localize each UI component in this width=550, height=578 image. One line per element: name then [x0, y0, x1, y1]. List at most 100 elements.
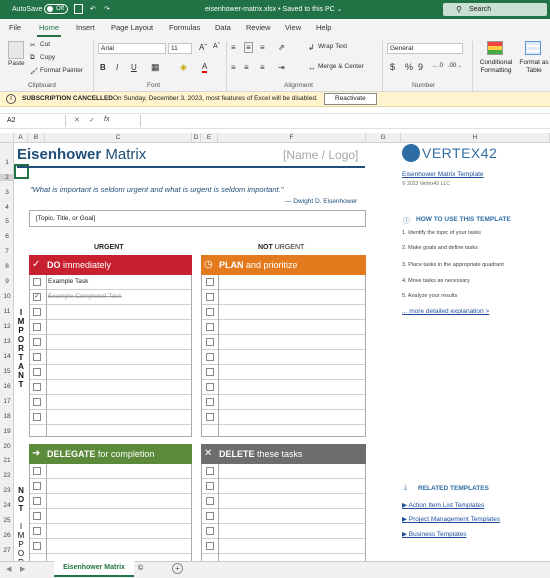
search-box[interactable]: ⚲ Search: [443, 3, 547, 16]
task-checkbox[interactable]: [33, 353, 41, 361]
task-checkbox[interactable]: [33, 323, 41, 331]
wrap-text-icon[interactable]: ↲: [308, 43, 315, 52]
row-header[interactable]: 23: [0, 487, 14, 494]
borders-icon[interactable]: ▦: [151, 62, 160, 73]
align-right-icon[interactable]: ≡: [260, 63, 265, 72]
topic-field[interactable]: [Topic, Title, or Goal]: [29, 210, 366, 227]
task-checkbox[interactable]: [206, 368, 214, 376]
column-header-c[interactable]: C: [45, 133, 192, 143]
row-header[interactable]: 3: [0, 189, 14, 196]
task-checkbox[interactable]: [206, 512, 214, 520]
delegate-task-grid[interactable]: [29, 464, 192, 561]
font-name-select[interactable]: Arial: [98, 43, 166, 54]
column-header-h[interactable]: H: [401, 133, 550, 143]
merge-center-button[interactable]: Merge & Center: [318, 63, 364, 70]
row-header[interactable]: 27: [0, 547, 14, 554]
column-header-e[interactable]: E: [201, 133, 218, 143]
decrease-font-icon[interactable]: Aˇ: [213, 43, 220, 50]
row-header[interactable]: 22: [0, 472, 14, 479]
row-header[interactable]: 8: [0, 263, 14, 270]
task-checkbox[interactable]: [33, 512, 41, 520]
redo-icon[interactable]: ↷: [104, 0, 110, 19]
column-header-g[interactable]: G: [366, 133, 401, 143]
number-format-select[interactable]: General: [387, 43, 463, 54]
tab-help[interactable]: Help: [316, 23, 331, 32]
select-all-corner[interactable]: [0, 133, 14, 143]
currency-button[interactable]: $: [390, 62, 395, 72]
cancel-icon[interactable]: ✕: [74, 116, 80, 124]
task-checkbox[interactable]: [33, 398, 41, 406]
fill-color-icon[interactable]: ◈: [180, 62, 187, 73]
task-checkbox[interactable]: [33, 308, 41, 316]
copy-button[interactable]: Copy: [40, 54, 55, 61]
tab-formulas[interactable]: Formulas: [169, 23, 200, 32]
row-header[interactable]: 18: [0, 413, 14, 420]
tab-home[interactable]: Home: [39, 23, 59, 32]
task-text-completed[interactable]: Example Completed Task: [48, 293, 122, 300]
cut-icon[interactable]: ✂: [30, 41, 35, 49]
template-link[interactable]: Eisenhower Matrix Template: [402, 171, 484, 178]
orientation-icon[interactable]: ⇗: [278, 43, 285, 52]
font-size-select[interactable]: 11: [168, 43, 192, 54]
italic-button[interactable]: I: [116, 63, 118, 72]
column-header-a[interactable]: A: [14, 133, 28, 143]
name-logo-placeholder[interactable]: [Name / Logo]: [283, 148, 358, 162]
more-explanation-link[interactable]: ... more detailed explanation >: [402, 308, 489, 315]
document-title[interactable]: eisenhower-matrix.xlsx • Saved to this P…: [205, 0, 342, 19]
task-checkbox[interactable]: [33, 482, 41, 490]
delete-task-grid[interactable]: [201, 464, 366, 561]
row-header[interactable]: 25: [0, 517, 14, 524]
column-header-b[interactable]: B: [28, 133, 45, 143]
row-header[interactable]: 15: [0, 368, 14, 375]
task-checkbox[interactable]: [206, 308, 214, 316]
reactivate-button[interactable]: Reactivate: [324, 93, 377, 105]
related-link[interactable]: ▶ Project Management Templates: [402, 515, 500, 523]
row-header[interactable]: 10: [0, 293, 14, 300]
tab-review[interactable]: Review: [246, 23, 271, 32]
column-header-d[interactable]: D: [192, 133, 201, 143]
increase-decimal-icon[interactable]: ←.0: [432, 63, 443, 69]
conditional-formatting-icon[interactable]: [487, 41, 503, 55]
task-checkbox[interactable]: [206, 527, 214, 535]
row-header[interactable]: 20: [0, 443, 14, 450]
format-painter-button[interactable]: Format Painter: [40, 67, 83, 74]
font-color-button[interactable]: A: [202, 62, 208, 73]
tab-view[interactable]: View: [285, 23, 301, 32]
format-as-table-button[interactable]: Format as Table: [518, 59, 550, 75]
task-checkbox[interactable]: [206, 398, 214, 406]
align-left-icon[interactable]: ≡: [231, 63, 236, 72]
row-header[interactable]: 19: [0, 428, 14, 435]
increase-font-icon[interactable]: Aˆ: [199, 43, 207, 52]
task-checkbox[interactable]: [206, 278, 214, 286]
row-header[interactable]: 26: [0, 532, 14, 539]
row-header[interactable]: 2: [0, 174, 14, 181]
task-checkbox[interactable]: [206, 482, 214, 490]
undo-icon[interactable]: ↶: [90, 0, 96, 19]
task-checkbox[interactable]: [206, 467, 214, 475]
task-checkbox[interactable]: [206, 413, 214, 421]
task-checkbox[interactable]: [33, 278, 41, 286]
autosave-toggle[interactable]: Off: [44, 4, 68, 14]
row-header[interactable]: 12: [0, 323, 14, 330]
comma-button[interactable]: 9: [418, 62, 423, 72]
task-checkbox[interactable]: [206, 383, 214, 391]
task-checkbox[interactable]: [206, 338, 214, 346]
copy-icon[interactable]: ⧉: [30, 54, 35, 62]
sheet-tab-copyright[interactable]: ©: [138, 565, 143, 572]
align-middle-icon[interactable]: ≡: [244, 42, 253, 53]
function-icon[interactable]: fx: [104, 116, 109, 123]
row-header[interactable]: 1: [0, 159, 14, 166]
row-header[interactable]: 5: [0, 218, 14, 225]
row-header[interactable]: 6: [0, 233, 14, 240]
task-checkbox[interactable]: [33, 338, 41, 346]
merge-icon[interactable]: ↔: [308, 63, 316, 72]
paste-label[interactable]: Paste: [8, 60, 25, 67]
formula-input[interactable]: [140, 115, 548, 127]
task-checkbox[interactable]: [33, 497, 41, 505]
column-header-f[interactable]: F: [218, 133, 366, 143]
task-checkbox[interactable]: [33, 467, 41, 475]
format-as-table-icon[interactable]: [525, 41, 541, 55]
task-checkbox[interactable]: [206, 542, 214, 550]
paste-icon[interactable]: [8, 41, 24, 59]
conditional-formatting-button[interactable]: Conditional Formatting: [477, 59, 515, 75]
